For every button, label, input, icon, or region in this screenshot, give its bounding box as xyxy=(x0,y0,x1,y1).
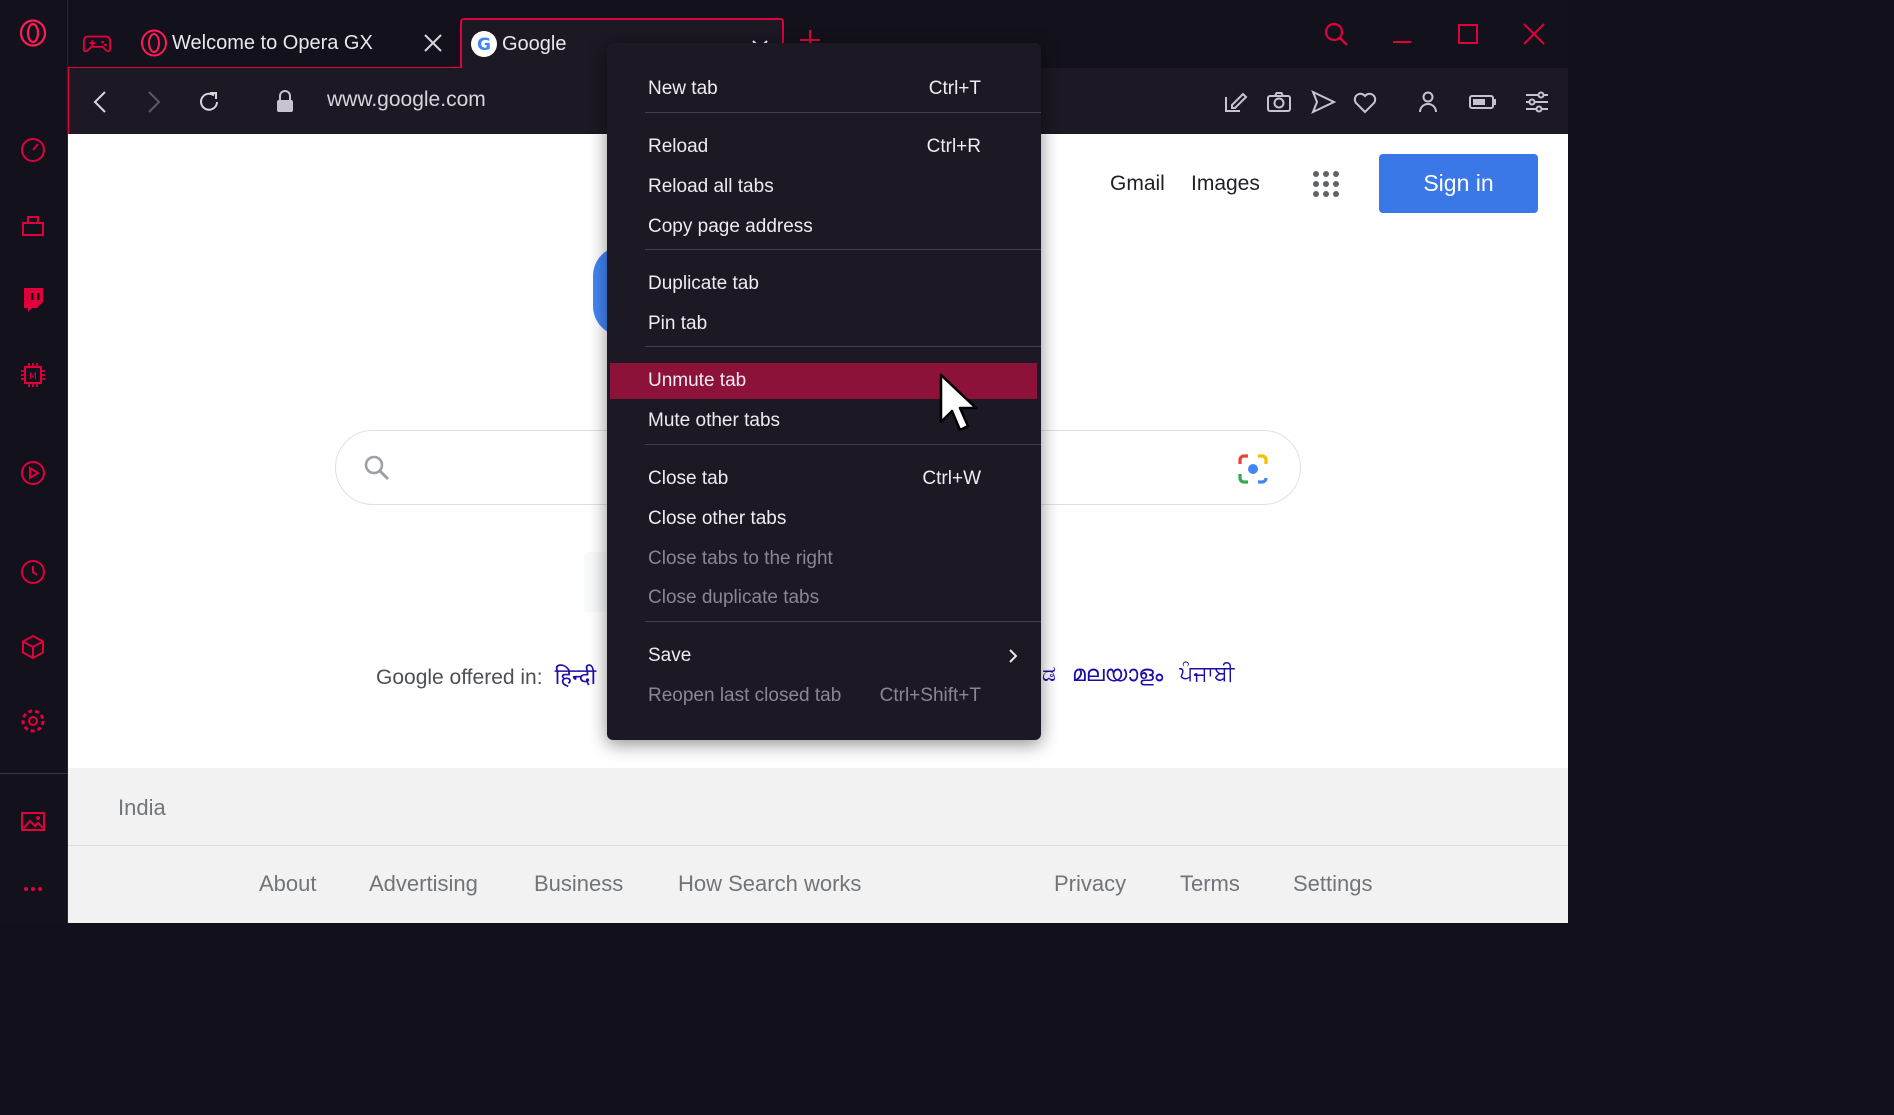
lock-icon[interactable] xyxy=(271,88,299,116)
svg-text:M: M xyxy=(29,372,37,382)
svg-text:G: G xyxy=(477,35,491,55)
footer-terms[interactable]: Terms xyxy=(1180,871,1240,897)
tab-welcome[interactable]: Welcome to Opera GX xyxy=(68,18,460,68)
menu-item-reopen-last-closed-tab: Reopen last closed tab Ctrl+Shift+T xyxy=(610,678,1037,714)
send-icon[interactable] xyxy=(1309,88,1337,116)
language-hindi[interactable]: हिन्दी xyxy=(555,661,597,691)
sidebar-divider xyxy=(0,773,68,774)
menu-item-label: Close duplicate tabs xyxy=(648,587,820,608)
apps-grid-icon[interactable] xyxy=(1310,168,1342,200)
easy-setup-icon[interactable] xyxy=(1523,88,1551,116)
settings-icon[interactable] xyxy=(16,704,50,738)
tab-label: Google xyxy=(502,33,567,55)
menu-item-reload[interactable]: Reload Ctrl+R xyxy=(610,129,1037,165)
tab-label: Welcome to Opera GX xyxy=(172,32,373,54)
footer-business[interactable]: Business xyxy=(534,871,623,897)
menu-item-pin-tab[interactable]: Pin tab xyxy=(610,306,1037,342)
speed-dial-icon[interactable] xyxy=(16,132,50,166)
menu-item-reload-all-tabs[interactable]: Reload all tabs xyxy=(610,169,1037,205)
camera-icon[interactable] xyxy=(1265,88,1293,116)
menu-item-label: New tab xyxy=(648,78,718,99)
search-tabs-icon[interactable] xyxy=(1316,14,1356,54)
menu-item-new-tab[interactable]: New tab Ctrl+T xyxy=(610,71,1037,107)
languages-offered-right: ಡ മലയാളം ਪੰਜਾਬੀ xyxy=(1042,661,1234,687)
reload-icon[interactable] xyxy=(195,88,223,116)
opera-favicon-icon xyxy=(140,29,168,57)
menu-item-label: Pin tab xyxy=(648,313,708,334)
profile-icon[interactable] xyxy=(1414,88,1442,116)
offered-label: Google offered in: xyxy=(376,666,543,689)
chevron-right-icon xyxy=(1003,646,1023,666)
menu-item-close-duplicate-tabs: Close duplicate tabs xyxy=(610,580,1037,616)
footer-country: India xyxy=(68,768,1568,846)
menu-item-save[interactable]: Save xyxy=(610,638,1037,674)
menu-item-close-tab[interactable]: Close tab Ctrl+W xyxy=(610,461,1037,497)
gmail-link[interactable]: Gmail xyxy=(1110,172,1165,196)
minimize-icon[interactable] xyxy=(1382,14,1422,54)
footer-links: About Advertising Business How Search wo… xyxy=(68,846,1568,923)
google-lens-icon[interactable] xyxy=(1236,452,1270,486)
menu-separator xyxy=(645,621,1041,622)
opera-logo-icon[interactable] xyxy=(16,16,50,50)
menu-item-label: Unmute tab xyxy=(648,370,747,391)
menu-item-label: Save xyxy=(648,645,692,666)
menu-separator xyxy=(645,112,1041,113)
menu-separator xyxy=(645,444,1041,445)
extensions-icon[interactable] xyxy=(16,630,50,664)
menu-item-shortcut: Ctrl+W xyxy=(922,468,981,489)
language-malayalam[interactable]: മലയാളം xyxy=(1072,661,1163,687)
menu-item-label: Close other tabs xyxy=(648,508,787,529)
footer-privacy[interactable]: Privacy xyxy=(1054,871,1126,897)
player-icon[interactable] xyxy=(16,456,50,490)
menu-item-close-other-tabs[interactable]: Close other tabs xyxy=(610,501,1037,537)
gx-control-icon[interactable]: M xyxy=(16,358,50,392)
menu-item-duplicate-tab[interactable]: Duplicate tab xyxy=(610,266,1037,302)
footer-about[interactable]: About xyxy=(259,871,317,897)
language-punjabi[interactable]: ਪੰਜਾਬੀ xyxy=(1179,661,1234,687)
menu-item-label: Close tab xyxy=(648,468,729,489)
back-icon[interactable] xyxy=(87,88,115,116)
language-kannada[interactable]: ಡ xyxy=(1042,661,1056,687)
url-field[interactable]: www.google.com xyxy=(327,88,486,112)
menu-item-label: Reload xyxy=(648,136,709,157)
menu-separator xyxy=(645,249,1041,250)
menu-item-close-tabs-to-right: Close tabs to the right xyxy=(610,541,1037,577)
heart-icon[interactable] xyxy=(1351,88,1379,116)
menu-item-shortcut: Ctrl+R xyxy=(926,136,981,157)
gx-corner-icon[interactable] xyxy=(16,208,50,242)
forward-icon[interactable] xyxy=(139,88,167,116)
maximize-icon[interactable] xyxy=(1448,14,1488,54)
country-label: India xyxy=(118,795,166,820)
sidebar: M xyxy=(0,0,68,923)
menu-item-label: Copy page address xyxy=(648,216,813,237)
mouse-cursor-icon xyxy=(938,372,982,438)
images-link[interactable]: Images xyxy=(1191,172,1260,196)
menu-item-label: Reload all tabs xyxy=(648,176,774,197)
search-icon xyxy=(362,453,392,483)
more-icon[interactable] xyxy=(16,872,50,906)
battery-icon[interactable] xyxy=(1469,88,1497,116)
wallpaper-icon[interactable] xyxy=(16,804,50,838)
languages-offered: Google offered in: हिन्दी xyxy=(376,661,596,691)
menu-item-shortcut: Ctrl+Shift+T xyxy=(879,685,981,706)
menu-item-label: Duplicate tab xyxy=(648,273,759,294)
menu-item-label: Close tabs to the right xyxy=(648,548,833,569)
footer-how-search-works[interactable]: How Search works xyxy=(678,871,861,897)
sign-in-button[interactable]: Sign in xyxy=(1379,154,1538,213)
menu-item-shortcut: Ctrl+T xyxy=(928,78,981,99)
menu-item-label: Reopen last closed tab xyxy=(648,685,842,706)
close-window-icon[interactable] xyxy=(1514,14,1554,54)
twitch-icon[interactable] xyxy=(16,282,50,316)
menu-separator xyxy=(645,346,1041,347)
menu-item-copy-page-address[interactable]: Copy page address xyxy=(610,209,1037,245)
google-favicon-icon: G xyxy=(470,30,498,58)
footer-settings[interactable]: Settings xyxy=(1293,871,1373,897)
menu-item-label: Mute other tabs xyxy=(648,410,781,431)
footer-advertising[interactable]: Advertising xyxy=(369,871,478,897)
close-tab-icon[interactable] xyxy=(420,30,446,56)
history-icon[interactable] xyxy=(16,555,50,589)
snapshot-edit-icon[interactable] xyxy=(1221,88,1249,116)
